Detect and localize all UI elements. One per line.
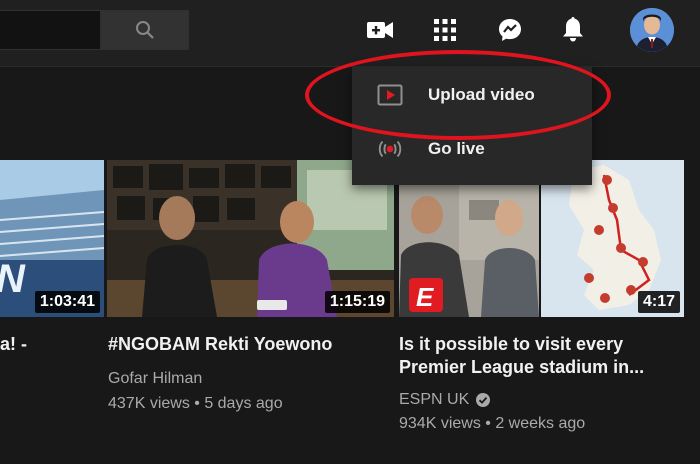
video-title-line: Premier League stadium in...: [399, 357, 645, 377]
messages-icon: [499, 19, 521, 41]
video-duration: 4:17: [637, 291, 680, 313]
go-live-icon: [376, 135, 404, 163]
search-icon: [136, 21, 154, 39]
svg-text:E: E: [416, 282, 434, 312]
apps-button[interactable]: [430, 15, 460, 45]
channel-row: ESPN UK: [399, 389, 491, 411]
menu-item-upload-video[interactable]: Upload video: [352, 68, 592, 122]
video-title-line: Is it possible to visit every: [399, 334, 624, 354]
avatar-image: [630, 8, 674, 52]
menu-item-label: Go live: [428, 139, 485, 158]
verified-badge-icon: [476, 393, 491, 407]
search-button[interactable]: [101, 10, 189, 50]
video-thumbnail[interactable]: 1:15:19: [107, 160, 394, 317]
channel-name[interactable]: ESPN UK: [399, 389, 469, 411]
avatar[interactable]: [630, 8, 674, 52]
video-title[interactable]: Is it possible to visit every Premier Le…: [399, 333, 644, 379]
video-duration: 1:15:19: [324, 291, 390, 313]
apps-icon: [434, 19, 456, 41]
video-title[interactable]: a! -: [0, 333, 27, 356]
video-duration: 1:03:41: [34, 291, 100, 313]
video-title[interactable]: #NGOBAM Rekti Yoewono: [108, 333, 332, 356]
video-thumbnail[interactable]: N 1:03:41: [0, 160, 104, 317]
channel-name[interactable]: Gofar Hilman: [108, 368, 202, 390]
upload-video-icon: [376, 81, 404, 109]
search-input[interactable]: [0, 10, 101, 50]
video-views: 437K views • 5 days ago: [108, 395, 283, 412]
svg-text:N: N: [0, 257, 26, 301]
menu-item-go-live[interactable]: Go live: [352, 122, 592, 176]
create-video-button[interactable]: [365, 15, 395, 45]
messages-button[interactable]: [495, 15, 525, 45]
menu-item-label: Upload video: [428, 85, 535, 104]
notifications-button[interactable]: [558, 15, 588, 45]
create-menu: Upload video Go live: [352, 67, 592, 185]
create-video-icon: [367, 22, 393, 38]
top-bar: [0, 0, 700, 67]
notifications-icon: [563, 17, 583, 42]
video-views: 934K views • 2 weeks ago: [399, 415, 586, 432]
